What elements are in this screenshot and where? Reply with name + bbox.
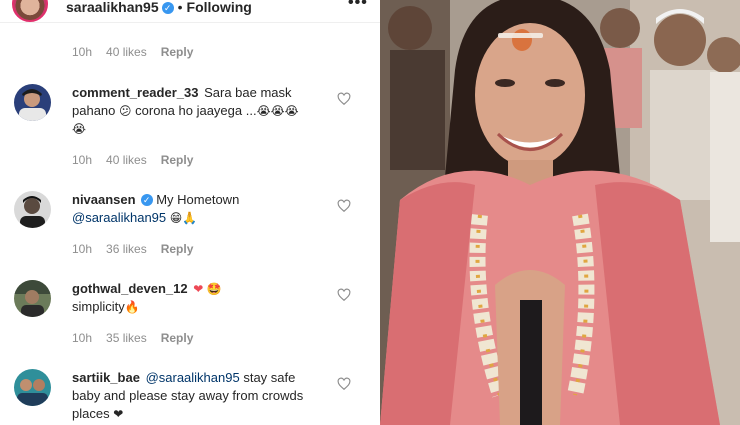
comment-likes[interactable]: 40 likes xyxy=(106,153,147,167)
comment-text: sartiik_bae @saraalikhan95 stay safe bab… xyxy=(72,369,312,423)
comment-likes[interactable]: 35 likes xyxy=(106,331,147,345)
star-struck-emoji: 🤩 xyxy=(206,282,222,296)
commenter-username[interactable]: sartiik_bae xyxy=(72,370,140,385)
comments-panel: saraalikhan95 ✓ • Following ••• 10h 40 likes… xyxy=(0,0,380,425)
comment-text: gothwal_deven_12 ❤ 🤩 simplicity🔥 xyxy=(72,280,312,316)
post-header: saraalikhan95 ✓ • Following ••• xyxy=(0,0,380,22)
verified-badge-icon: ✓ xyxy=(140,194,153,206)
reply-button[interactable]: Reply xyxy=(161,45,194,59)
comment-text: comment_reader_33 Sara bae mask pahano 😕… xyxy=(72,84,312,138)
comment-meta: 10h 40 likes Reply xyxy=(72,153,207,167)
commenter-username[interactable]: comment_reader_33 xyxy=(72,85,198,100)
post-photo[interactable] xyxy=(380,0,740,425)
reply-button[interactable]: Reply xyxy=(161,153,194,167)
comment-content: simplicity xyxy=(72,299,125,314)
post-photo-illustration xyxy=(380,0,740,425)
heart-outline-icon[interactable] xyxy=(337,288,351,302)
mention-link[interactable]: @saraalikhan95 xyxy=(72,210,166,225)
separator-dot: • xyxy=(177,0,183,15)
more-options-icon[interactable]: ••• xyxy=(348,0,368,12)
comment-content: My Hometown xyxy=(156,192,240,207)
mention-link[interactable]: @saraalikhan95 xyxy=(146,370,240,385)
grin-pray-emojis: 😁🙏 xyxy=(169,211,198,225)
heart-outline-icon[interactable] xyxy=(337,377,351,391)
post-author: saraalikhan95 ✓ • Following xyxy=(66,0,252,15)
comment-time: 10h xyxy=(72,153,93,167)
comment-likes[interactable]: 40 likes xyxy=(106,45,147,59)
reply-button[interactable]: Reply xyxy=(161,242,194,256)
comment-meta: 10h 40 likes Reply xyxy=(72,45,207,59)
commenter-avatar[interactable] xyxy=(14,280,51,317)
following-button[interactable]: Following xyxy=(187,0,252,15)
heart-outline-icon[interactable] xyxy=(337,92,351,106)
comment-time: 10h xyxy=(72,242,93,256)
comment-content-2: corona ho jaayega ... xyxy=(135,103,257,118)
comment-time: 10h xyxy=(72,45,93,59)
black-heart-emoji: ❤ xyxy=(113,407,124,421)
commenter-username[interactable]: nivaansen xyxy=(72,192,136,207)
header-divider xyxy=(0,22,380,23)
commenter-avatar[interactable] xyxy=(14,369,51,406)
comment-meta: 10h 36 likes Reply xyxy=(72,242,207,256)
heart-outline-icon[interactable] xyxy=(337,199,351,213)
commenter-username[interactable]: gothwal_deven_12 xyxy=(72,281,188,296)
red-heart-emoji: ❤ xyxy=(193,282,204,296)
fire-emoji: 🔥 xyxy=(124,300,140,314)
comment-text: nivaansen ✓ My Hometown @saraalikhan95 😁🙏 xyxy=(72,191,312,227)
commenter-avatar[interactable] xyxy=(14,191,51,228)
comment-time: 10h xyxy=(72,331,93,345)
commenter-avatar[interactable] xyxy=(14,84,51,121)
verified-badge-icon: ✓ xyxy=(161,2,174,14)
confused-emoji: 😕 xyxy=(119,104,132,118)
reply-button[interactable]: Reply xyxy=(161,331,194,345)
comment-meta: 10h 35 likes Reply xyxy=(72,331,207,345)
post-author-avatar[interactable] xyxy=(12,0,48,22)
post-author-username[interactable]: saraalikhan95 xyxy=(66,0,159,15)
comment-likes[interactable]: 36 likes xyxy=(106,242,147,256)
